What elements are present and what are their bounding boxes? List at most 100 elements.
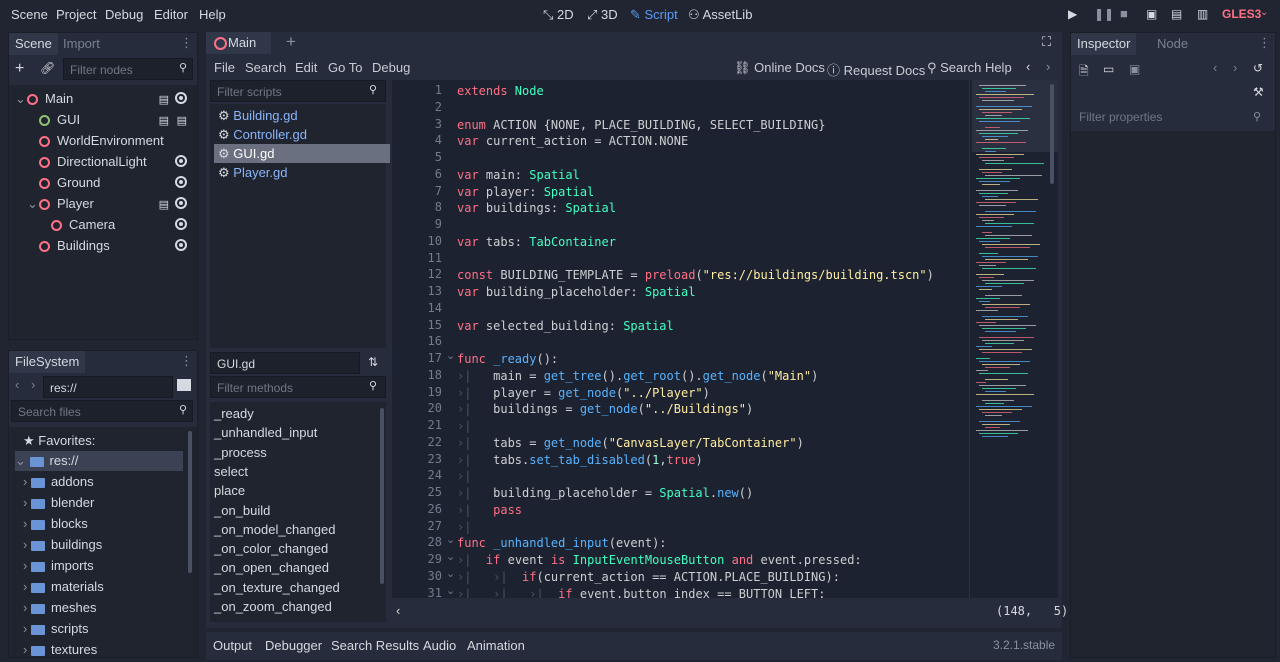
code-line[interactable]: ›| if event is InputEventMouseButton and… <box>457 552 862 569</box>
tab-main[interactable]: Main <box>206 32 271 54</box>
script-menu-search[interactable]: Search <box>245 60 286 75</box>
chevron-down-icon[interactable]: ⌄ <box>15 89 26 109</box>
script-list-item[interactable]: ⚙ Controller.gd <box>214 125 390 144</box>
favorites-row[interactable]: ★ Favorites: <box>23 431 95 451</box>
search-help-button[interactable]: ⚲ Search Help <box>927 60 1012 76</box>
code-line[interactable]: var buildings: Spatial <box>457 200 616 217</box>
forward-icon[interactable]: › <box>1046 59 1050 74</box>
movie-icon[interactable]: ▥ <box>1197 7 1208 21</box>
workspace-3d[interactable]: ⤢ 3D <box>587 7 618 23</box>
menu-project[interactable]: Project <box>56 7 96 22</box>
folder-item[interactable]: › addons <box>23 472 94 492</box>
open-folder-icon[interactable]: ▭ <box>1103 62 1114 76</box>
code-line[interactable]: ›| <box>457 418 471 435</box>
split-mode-icon[interactable] <box>177 379 191 391</box>
script-attached-icon[interactable]: ▤ <box>159 195 169 215</box>
folder-item[interactable]: › textures <box>23 640 97 660</box>
visibility-icon[interactable] <box>175 239 187 251</box>
method-list-item[interactable]: _on_texture_changed <box>214 578 340 597</box>
script-attached-icon[interactable]: ▤ <box>177 111 187 131</box>
code-line[interactable]: enum ACTION {NONE, PLACE_BUILDING, SELEC… <box>457 117 825 134</box>
pause-icon[interactable]: ❚❚ <box>1094 7 1114 21</box>
search-files-input[interactable]: Search files <box>11 400 193 422</box>
code-line[interactable]: const BUILDING_TEMPLATE = preload("res:/… <box>457 267 934 284</box>
fullscreen-icon[interactable]: ⛶ <box>1042 34 1051 50</box>
back-icon[interactable]: ‹ <box>1213 60 1217 75</box>
folder-item[interactable]: › materials <box>23 577 104 597</box>
forward-icon[interactable]: › <box>1233 60 1237 75</box>
code-line[interactable]: var current_action = ACTION.NONE <box>457 133 688 150</box>
link-icon[interactable]: 🔗︎ <box>40 61 55 75</box>
code-line[interactable]: ›| tabs = get_node("CanvasLayer/TabConta… <box>457 435 804 452</box>
tab-output[interactable]: Output <box>213 638 252 653</box>
workspace-2d[interactable]: ⤡ 2D <box>543 7 574 23</box>
history-icon[interactable]: ↺ <box>1253 61 1263 75</box>
tab-search-results[interactable]: Search Results <box>331 638 419 653</box>
method-list-item[interactable]: _process <box>214 443 267 462</box>
forward-icon[interactable]: › <box>31 377 35 392</box>
fold-arrow-icon[interactable]: ⌄ <box>446 584 455 597</box>
scrollbar[interactable] <box>1050 84 1054 184</box>
fold-arrow-icon[interactable]: ⌄ <box>446 567 455 580</box>
code-line[interactable]: ›| pass <box>457 502 522 519</box>
chevron-right-icon[interactable]: › <box>23 558 31 573</box>
script-menu-goto[interactable]: Go To <box>328 60 362 75</box>
filter-properties-input[interactable]: Filter properties <box>1073 106 1271 128</box>
script-attached-icon[interactable]: ▤ <box>159 90 169 110</box>
method-list-item[interactable]: place <box>214 481 245 500</box>
tab-import[interactable]: Import <box>57 33 106 55</box>
chevron-right-icon[interactable]: › <box>23 600 31 615</box>
script-list-item[interactable]: ⚙ GUI.gd <box>214 144 390 163</box>
root-row[interactable]: ⌄ res:// <box>15 451 183 471</box>
visibility-icon[interactable] <box>175 155 187 167</box>
folder-item[interactable]: › blender <box>23 493 94 513</box>
tool-icon[interactable]: ⚒ <box>1253 85 1264 99</box>
tab-animation[interactable]: Animation <box>467 638 525 653</box>
fold-arrow-icon[interactable]: ⌄ <box>446 349 455 362</box>
folder-item[interactable]: › buildings <box>23 535 102 555</box>
code-line[interactable]: func _unhandled_input(event): <box>457 535 667 552</box>
method-list-item[interactable]: _on_build <box>214 501 270 520</box>
code-line[interactable]: var main: Spatial <box>457 167 580 184</box>
more-icon[interactable]: ⋮ <box>180 353 193 369</box>
script-list-item[interactable]: ⚙ Building.gd <box>214 106 390 125</box>
code-line[interactable]: ›| <box>457 468 471 485</box>
back-icon[interactable]: ‹ <box>15 377 19 392</box>
fold-arrow-icon[interactable]: ⌄ <box>446 533 455 546</box>
renderer-select[interactable]: GLES3 <box>1222 7 1261 21</box>
method-list-item[interactable]: select <box>214 462 248 481</box>
scene-tree-item[interactable]: Ground <box>9 173 195 193</box>
method-list-item[interactable]: _on_zoom_changed <box>214 597 332 616</box>
code-line[interactable]: ›| tabs.set_tab_disabled(1,true) <box>457 452 703 469</box>
code-line[interactable]: var selected_building: Spatial <box>457 318 674 335</box>
method-list-item[interactable]: _on_model_changed <box>214 520 335 539</box>
chevron-down-icon[interactable]: ⌄ <box>1260 7 1268 18</box>
folder-item[interactable]: › blocks <box>23 514 88 534</box>
code-line[interactable]: ›| main = get_tree().get_root().get_node… <box>457 368 818 385</box>
scene-tree-item[interactable]: GUI ▤ ▤ <box>9 110 195 130</box>
chevron-right-icon[interactable]: › <box>23 642 31 657</box>
scene-tree-item[interactable]: Buildings <box>9 236 195 256</box>
code-line[interactable]: ›| player = get_node("../Player") <box>457 385 710 402</box>
scene-tree-item[interactable]: DirectionalLight <box>9 152 195 172</box>
tab-debugger[interactable]: Debugger <box>265 638 322 653</box>
chevron-right-icon[interactable]: › <box>23 495 31 510</box>
visibility-icon[interactable] <box>175 92 187 104</box>
more-icon[interactable]: ⋮ <box>180 35 193 51</box>
method-list-item[interactable]: _on_color_changed <box>214 539 328 558</box>
save-icon[interactable]: ▣ <box>1129 62 1140 76</box>
code-line[interactable]: extends Node <box>457 83 544 100</box>
request-docs-button[interactable]: ⓘ Request Docs <box>827 60 925 79</box>
path-field[interactable]: res:// <box>43 376 173 398</box>
script-list-item[interactable]: ⚙ Player.gd <box>214 163 390 182</box>
play-scene-icon[interactable]: ▣ <box>1146 7 1157 21</box>
tab-filesystem[interactable]: FileSystem <box>9 351 86 373</box>
scrollbar[interactable] <box>188 431 192 573</box>
code-line[interactable]: ›| building_placeholder = Spatial.new() <box>457 485 753 502</box>
code-line[interactable]: ›| ›| ›| if event.button_index == BUTTON… <box>457 586 825 599</box>
visibility-icon[interactable] <box>175 218 187 230</box>
filter-scripts-input[interactable]: Filter scripts <box>210 80 386 102</box>
script-menu-edit[interactable]: Edit <box>295 60 317 75</box>
folder-item[interactable]: › imports <box>23 556 94 576</box>
filter-methods-input[interactable]: Filter methods <box>210 376 386 398</box>
